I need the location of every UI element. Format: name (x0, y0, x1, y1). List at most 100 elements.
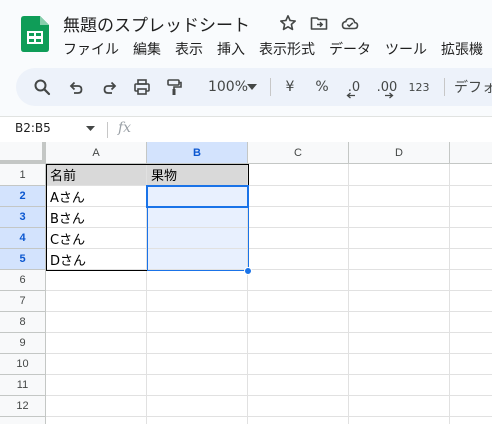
cell-c11[interactable] (248, 375, 349, 396)
cell-b6[interactable] (147, 270, 248, 291)
cell-b12[interactable] (147, 396, 248, 417)
cell-e8[interactable] (450, 312, 492, 333)
redo-button[interactable] (98, 68, 122, 106)
cell-c12[interactable] (248, 396, 349, 417)
cell-d6[interactable] (349, 270, 450, 291)
cell-a5[interactable]: Dさん (46, 249, 147, 270)
row-header[interactable]: 1 (0, 164, 46, 186)
cell-d5[interactable] (349, 249, 450, 270)
more-formats-button[interactable]: 123 (406, 68, 432, 106)
cell-b4[interactable] (147, 228, 248, 249)
cell-e5[interactable] (450, 249, 492, 270)
cell-b7[interactable] (147, 291, 248, 312)
cell-c4[interactable] (248, 228, 349, 249)
cell-b2[interactable] (147, 186, 248, 207)
search-menus-button[interactable] (30, 68, 54, 106)
spreadsheet-grid[interactable]: A B C D 1 2 3 4 5 6 7 8 9 10 11 12 名前 果物 A… (0, 142, 492, 424)
cell-a1[interactable]: 名前 (46, 164, 147, 186)
cell-b1[interactable]: 果物 (147, 164, 248, 186)
cell-a11[interactable] (46, 375, 147, 396)
cell-d4[interactable] (349, 228, 450, 249)
cell-c5[interactable] (248, 249, 349, 270)
print-button[interactable] (130, 68, 154, 106)
row-header[interactable]: 7 (0, 291, 46, 312)
cell-b13[interactable] (147, 417, 248, 424)
name-box-dropdown-icon[interactable] (86, 126, 95, 131)
cell-d3[interactable] (349, 207, 450, 228)
cell-b5[interactable] (147, 249, 248, 270)
cell-d12[interactable] (349, 396, 450, 417)
cell-a12[interactable] (46, 396, 147, 417)
menu-extensions[interactable]: 拡張機 (434, 38, 490, 60)
cell-a10[interactable] (46, 354, 147, 375)
cell-a3[interactable]: Bさん (46, 207, 147, 228)
cell-e10[interactable] (450, 354, 492, 375)
column-header-a[interactable]: A (46, 142, 147, 164)
cell-a9[interactable] (46, 333, 147, 354)
format-currency-button[interactable]: ¥ (280, 68, 300, 106)
cell-d9[interactable] (349, 333, 450, 354)
decrease-decimal-button[interactable]: .0 (340, 68, 368, 106)
row-header[interactable]: 11 (0, 375, 46, 396)
cell-c1[interactable] (248, 164, 349, 186)
cell-a2[interactable]: Aさん (46, 186, 147, 207)
row-header[interactable]: 4 (0, 228, 46, 249)
menu-tools[interactable]: ツール (378, 38, 434, 60)
cell-e12[interactable] (450, 396, 492, 417)
menu-data[interactable]: データ (322, 38, 378, 60)
cell-a4[interactable]: Cさん (46, 228, 147, 249)
cell-a13[interactable] (46, 417, 147, 424)
select-all-corner[interactable] (0, 142, 46, 164)
cell-b3[interactable] (147, 207, 248, 228)
increase-decimal-button[interactable]: .00 (372, 68, 402, 106)
cell-b10[interactable] (147, 354, 248, 375)
undo-button[interactable] (64, 68, 88, 106)
cell-e6[interactable] (450, 270, 492, 291)
paint-format-button[interactable] (162, 68, 186, 106)
cell-d11[interactable] (349, 375, 450, 396)
row-header[interactable] (0, 417, 46, 424)
cell-c2[interactable] (248, 186, 349, 207)
font-family-select[interactable]: デフォ (454, 68, 492, 106)
column-header-d[interactable]: D (349, 142, 450, 164)
cell-c9[interactable] (248, 333, 349, 354)
cell-b11[interactable] (147, 375, 248, 396)
row-header[interactable]: 6 (0, 270, 46, 291)
cell-b9[interactable] (147, 333, 248, 354)
cell-e4[interactable] (450, 228, 492, 249)
move-folder-icon[interactable] (310, 14, 328, 32)
row-header[interactable]: 3 (0, 207, 46, 228)
menu-file[interactable]: ファイル (56, 38, 126, 60)
cloud-saved-icon[interactable] (341, 14, 359, 32)
cell-e11[interactable] (450, 375, 492, 396)
cell-c7[interactable] (248, 291, 349, 312)
column-header-b[interactable]: B (147, 142, 248, 164)
cell-d8[interactable] (349, 312, 450, 333)
cell-d1[interactable] (349, 164, 450, 186)
cell-d7[interactable] (349, 291, 450, 312)
column-header-e[interactable] (450, 142, 492, 164)
row-header[interactable]: 10 (0, 354, 46, 375)
cell-c10[interactable] (248, 354, 349, 375)
cell-b8[interactable] (147, 312, 248, 333)
cell-e2[interactable] (450, 186, 492, 207)
cell-e1[interactable] (450, 164, 492, 186)
menu-view[interactable]: 表示 (168, 38, 210, 60)
row-header[interactable]: 8 (0, 312, 46, 333)
cell-c8[interactable] (248, 312, 349, 333)
cell-c6[interactable] (248, 270, 349, 291)
cell-a6[interactable] (46, 270, 147, 291)
document-title[interactable]: 無題のスプレッドシート (63, 11, 250, 36)
column-header-c[interactable]: C (248, 142, 349, 164)
row-header[interactable]: 5 (0, 249, 46, 270)
menu-format[interactable]: 表示形式 (252, 38, 322, 60)
cell-e13[interactable] (450, 417, 492, 424)
cell-e7[interactable] (450, 291, 492, 312)
fill-handle[interactable] (244, 267, 252, 275)
menu-edit[interactable]: 編集 (126, 38, 168, 60)
cell-a8[interactable] (46, 312, 147, 333)
cell-d13[interactable] (349, 417, 450, 424)
row-header[interactable]: 2 (0, 186, 46, 207)
cell-e9[interactable] (450, 333, 492, 354)
star-icon[interactable] (279, 14, 297, 32)
